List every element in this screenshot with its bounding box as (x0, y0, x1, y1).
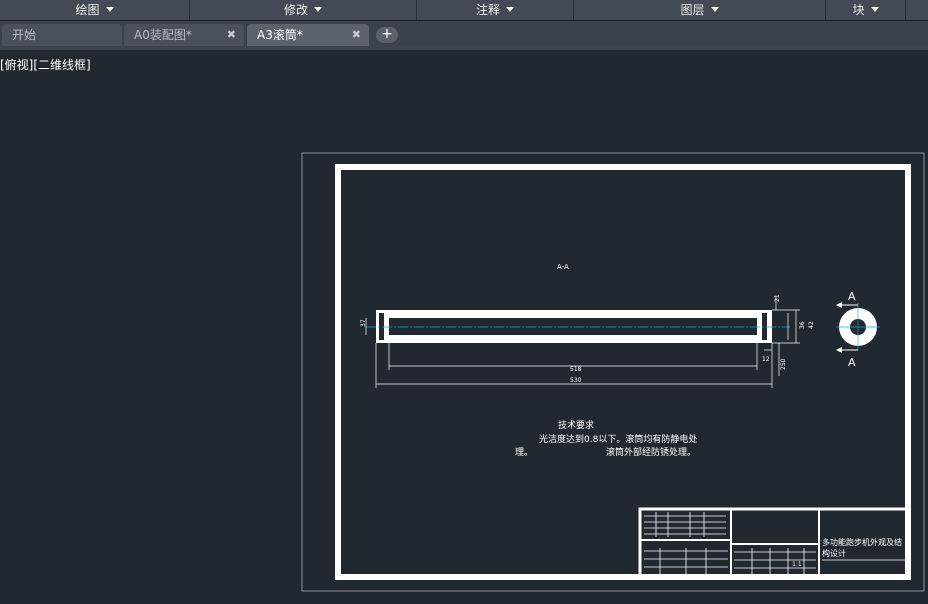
title-block-title-1: 多功能跑步机外观及结 (822, 537, 902, 547)
dim-bottom-right: 250 (780, 358, 787, 370)
title-block-title-2: 构设计 (822, 548, 846, 558)
dim-inner-length: 518 (570, 366, 582, 373)
drawing-frame (335, 164, 911, 580)
title-block-scale: 1:1 (792, 561, 802, 568)
section-mark-top: A (848, 290, 856, 303)
dim-top-small: 21 (774, 294, 781, 302)
drum-end-view (836, 302, 880, 353)
dim-right-dia: 42 (808, 321, 815, 329)
notes-line-2b: 滚筒外部经防锈处理。 (606, 446, 696, 458)
drawing-canvas[interactable]: A-A 518 530 37 42 36 21 12 250 A A 技术要求 … (0, 0, 928, 604)
dim-outer-length: 530 (570, 377, 582, 384)
dim-left-dia: 37 (360, 319, 367, 327)
dim-right-inner: 36 (799, 321, 806, 329)
notes-line-1: 光洁度达到0.8以下。滚筒均有防静电处 (539, 433, 697, 445)
drum-section-view (366, 310, 790, 343)
notes-heading: 技术要求 (558, 419, 594, 431)
section-mark-bottom: A (848, 356, 856, 369)
layout-paper-border (301, 152, 925, 592)
section-title: A-A (557, 263, 569, 271)
dim-bottom-small: 12 (762, 356, 770, 363)
notes-line-2a: 理。 (515, 447, 533, 458)
